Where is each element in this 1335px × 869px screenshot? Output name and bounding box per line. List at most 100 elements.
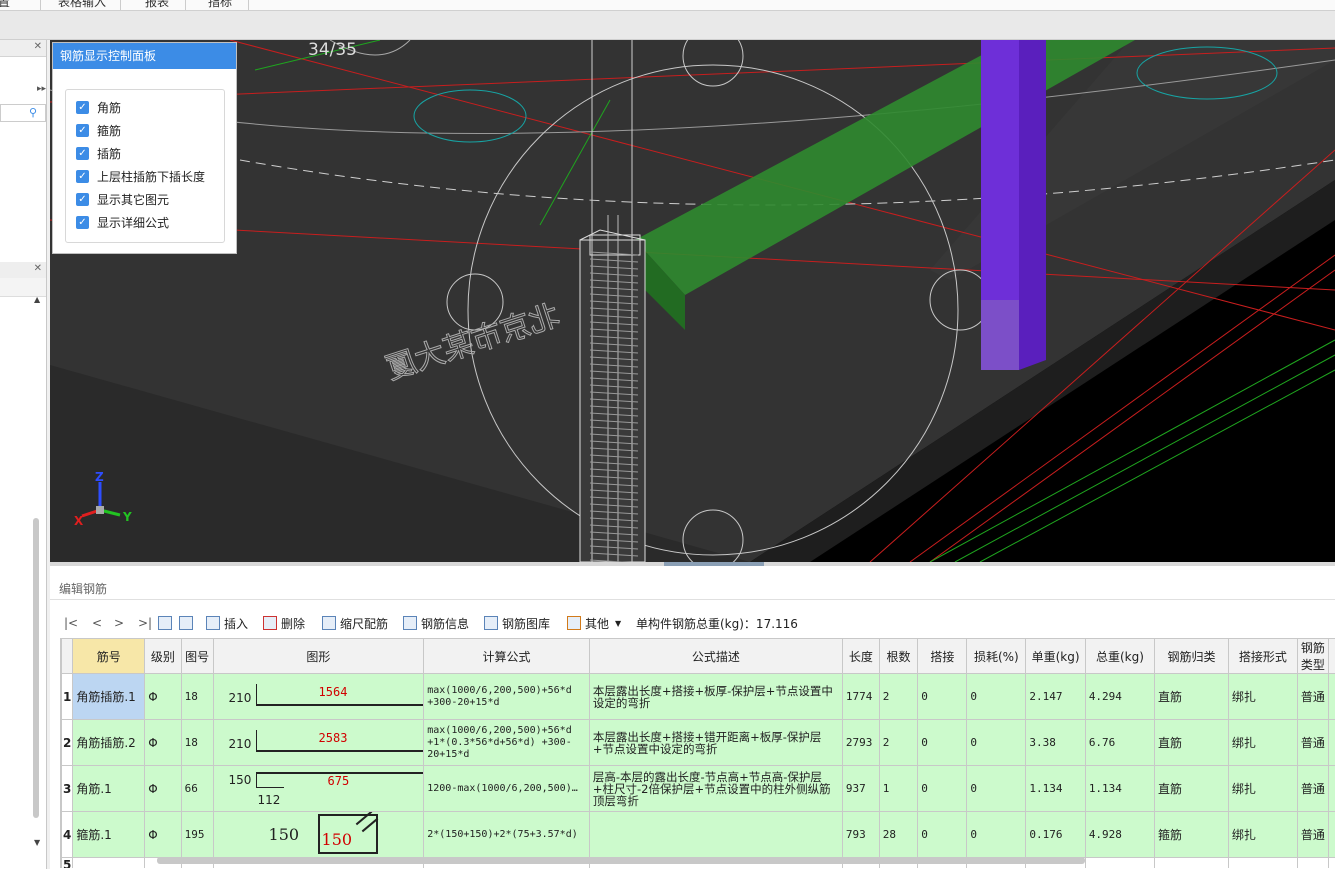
rebar-name-cell[interactable]: 箍筋.1 [72, 811, 146, 858]
other-dropdown-button[interactable]: 其他 ▼ [567, 614, 621, 632]
col-header[interactable]: 钢筋类型 [1296, 638, 1330, 674]
checkbox-checked-icon[interactable]: ✓ [76, 169, 89, 183]
figure-number-cell[interactable]: 195 [180, 811, 214, 858]
type-cell[interactable]: 普通 [1296, 719, 1330, 766]
formula-cell[interactable]: 1200-max(1000/6,200,500)… [423, 765, 590, 812]
search-icon[interactable]: ⚲ [29, 106, 37, 119]
checkbox-checked-icon[interactable]: ✓ [76, 146, 89, 160]
option-stirrup[interactable]: ✓ 箍筋 [76, 121, 121, 139]
grade-cell[interactable]: Φ [144, 673, 182, 720]
formula-cell[interactable]: max(1000/6,200,500)+56*d +1*(0.3*56*d+56… [423, 719, 590, 766]
checkbox-checked-icon[interactable]: ✓ [76, 123, 89, 137]
length-cell[interactable]: 793 [841, 811, 880, 858]
move-down-button[interactable] [179, 614, 197, 632]
search-input[interactable] [0, 104, 46, 122]
category-cell[interactable]: 直筋 [1154, 765, 1229, 812]
expand-icon[interactable]: ▸▸ [37, 84, 46, 94]
shape-cell[interactable]: 210 2583 [212, 719, 425, 766]
figure-number-cell[interactable]: 18 [180, 719, 214, 766]
loss-cell[interactable]: 0 [966, 811, 1027, 858]
rebar-library-button[interactable]: 钢筋图库 [484, 614, 550, 632]
lap-form-cell[interactable]: 绑扎 [1227, 765, 1298, 812]
col-header[interactable]: 搭接形式 [1227, 638, 1298, 674]
nav-next-button[interactable]: > [114, 614, 124, 632]
menu-item-report[interactable]: 报表 [145, 0, 169, 10]
category-cell[interactable]: 直筋 [1154, 673, 1229, 720]
col-header[interactable]: 根数 [878, 638, 919, 674]
formula-cell[interactable]: 2*(150+150)+2*(75+3.57*d) [423, 811, 590, 858]
count-cell[interactable]: 1 [878, 765, 919, 812]
lap-form-cell[interactable]: 绑扎 [1227, 719, 1298, 766]
shape-bend-value[interactable]: 150 [269, 825, 300, 844]
type-cell[interactable]: 普通 [1296, 811, 1330, 858]
option-show-detailed-formula[interactable]: ✓ 显示详细公式 [76, 213, 169, 231]
shape-bend-value[interactable]: 210 [229, 737, 252, 751]
shape-bend-value[interactable]: 150 [229, 773, 252, 787]
loss-cell[interactable]: 0 [966, 673, 1027, 720]
move-up-button[interactable] [158, 614, 176, 632]
loss-cell[interactable]: 0 [966, 719, 1027, 766]
rebar-info-button[interactable]: 钢筋信息 [403, 614, 469, 632]
rebar-name-cell[interactable]: 角筋.1 [72, 765, 146, 812]
total-weight-cell[interactable]: 6.76 [1084, 719, 1156, 766]
grade-cell[interactable]: Φ [144, 719, 182, 766]
col-header[interactable]: 公式描述 [588, 638, 843, 674]
table-row[interactable]: 1 角筋插筋.1 Φ 18 210 1564 max(1000/6,200,50… [61, 673, 1335, 720]
type-cell[interactable]: 普通 [1296, 673, 1330, 720]
table-row[interactable]: 4 箍筋.1 Φ 195 150 150 2*(150+150)+2*(75+3… [61, 811, 1335, 858]
description-cell[interactable]: 本层露出长度+搭接+板厚-保护层+节点设置中设定的弯折 [588, 673, 843, 720]
option-upper-dowel-length[interactable]: ✓ 上层柱插筋下插长度 [76, 167, 205, 185]
checkbox-checked-icon[interactable]: ✓ [76, 215, 89, 229]
col-header[interactable]: 总重(kg) [1084, 638, 1156, 674]
close-icon[interactable]: ✕ [34, 41, 42, 52]
option-dowel[interactable]: ✓ 插筋 [76, 144, 121, 162]
grade-cell[interactable]: Φ [144, 811, 182, 858]
count-cell[interactable]: 28 [878, 811, 919, 858]
rebar-name-cell[interactable]: 角筋插筋.1 [72, 673, 146, 720]
total-weight-cell[interactable]: 4.928 [1084, 811, 1156, 858]
description-cell[interactable]: 本层露出长度+搭接+错开距离+板厚-保护层+节点设置中设定的弯折 [588, 719, 843, 766]
checkbox-checked-icon[interactable]: ✓ [76, 192, 89, 206]
length-cell[interactable]: 1774 [841, 673, 880, 720]
menu-item-table-input[interactable]: 表格输入 [58, 0, 106, 10]
shape-bend-value[interactable]: 210 [229, 691, 252, 705]
description-cell[interactable] [588, 811, 843, 858]
col-header[interactable]: 钢筋归类 [1154, 638, 1229, 674]
lap-cell[interactable]: 0 [917, 673, 968, 720]
unit-weight-cell[interactable]: 3.38 [1025, 719, 1086, 766]
table-horizontal-scrollbar[interactable] [157, 857, 1085, 864]
nav-first-button[interactable]: |< [64, 614, 78, 632]
table-row[interactable]: 2 角筋插筋.2 Φ 18 210 2583 max(1000/6,200,50… [61, 719, 1335, 766]
delete-button[interactable]: 删除 [263, 614, 305, 632]
col-header[interactable]: 图号 [180, 638, 214, 674]
lap-form-cell[interactable]: 绑扎 [1227, 811, 1298, 858]
shape-cell[interactable]: 150 150 [212, 811, 425, 858]
grade-cell[interactable]: Φ [144, 765, 182, 812]
close-icon[interactable]: ✕ [34, 263, 42, 274]
lap-cell[interactable]: 0 [917, 719, 968, 766]
shape-length-value[interactable]: 675 [328, 774, 350, 788]
scale-rebar-button[interactable]: 缩尺配筋 [322, 614, 388, 632]
col-header[interactable]: 单重(kg) [1025, 638, 1086, 674]
length-cell[interactable]: 2793 [841, 719, 880, 766]
col-header[interactable]: 图形 [212, 638, 425, 674]
shape-length-value[interactable]: 150 [322, 830, 353, 849]
category-cell[interactable]: 箍筋 [1154, 811, 1229, 858]
loss-cell[interactable]: 0 [966, 765, 1027, 812]
table-row[interactable]: 3 角筋.1 Φ 66 150 675 112 1200-max(1000/6,… [61, 765, 1335, 812]
option-show-other-elements[interactable]: ✓ 显示其它图元 [76, 190, 169, 208]
nav-last-button[interactable]: >| [138, 614, 152, 632]
scroll-down-icon[interactable]: ▼ [34, 838, 40, 847]
unit-weight-cell[interactable]: 1.134 [1025, 765, 1086, 812]
checkbox-checked-icon[interactable]: ✓ [76, 100, 89, 114]
menu-item-index[interactable]: 指标 [208, 0, 232, 10]
col-header[interactable]: 筋号 [72, 638, 146, 674]
figure-number-cell[interactable]: 18 [180, 673, 214, 720]
unit-weight-cell[interactable]: 0.176 [1025, 811, 1086, 858]
shape-cell[interactable]: 210 1564 [212, 673, 425, 720]
rebar-name-cell[interactable]: 角筋插筋.2 [72, 719, 146, 766]
formula-cell[interactable]: max(1000/6,200,500)+56*d +300-20+15*d [423, 673, 590, 720]
insert-button[interactable]: 插入 [206, 614, 248, 632]
option-corner-rebar[interactable]: ✓ 角筋 [76, 98, 121, 116]
length-cell[interactable]: 937 [841, 765, 880, 812]
